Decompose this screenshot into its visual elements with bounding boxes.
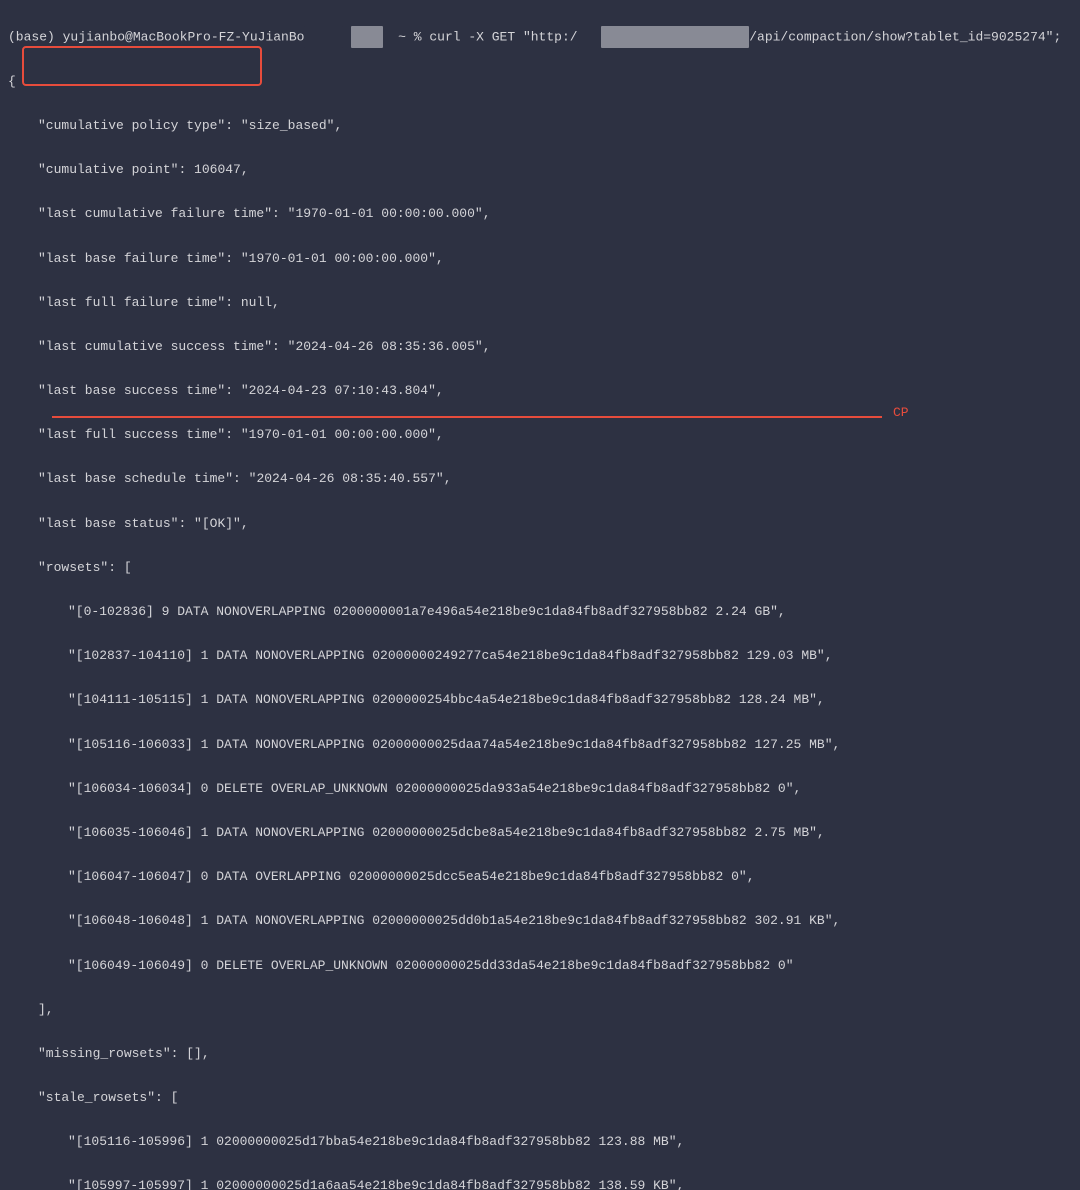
- stale-rowset-entry: "[105116-105996] 1 02000000025d17bba54e2…: [8, 1131, 1072, 1153]
- json-field: "last base status": "[OK]",: [8, 513, 1072, 535]
- rowset-entry: "[0-102836] 9 DATA NONOVERLAPPING 020000…: [8, 601, 1072, 623]
- redacted-block: [578, 26, 601, 48]
- json-field: "missing_rowsets": [],: [8, 1043, 1072, 1065]
- rowset-entry: "[105116-106033] 1 DATA NONOVERLAPPING 0…: [8, 734, 1072, 756]
- command-prefix: curl -X GET "http:/: [429, 30, 577, 45]
- rowset-entry: "[106035-106046] 1 DATA NONOVERLAPPING 0…: [8, 822, 1072, 844]
- command-suffix: /api/compaction/show?tablet_id=9025274";: [749, 30, 1061, 45]
- rowset-entry: "[104111-105115] 1 DATA NONOVERLAPPING 0…: [8, 689, 1072, 711]
- user-host: yujianbo@MacBookPro-FZ-YuJianBo: [63, 30, 305, 45]
- json-stale-rowsets-open: "stale_rowsets": [: [8, 1087, 1072, 1109]
- env-prefix: (base): [8, 30, 55, 45]
- prompt-line: (base) yujianbo@MacBookPro-FZ-YuJianBo ~…: [8, 26, 1072, 49]
- json-field: "last base failure time": "1970-01-01 00…: [8, 248, 1072, 270]
- redacted-block: [601, 26, 749, 48]
- json-field: "last full failure time": null,: [8, 292, 1072, 314]
- rowset-entry: "[106049-106049] 0 DELETE OVERLAP_UNKNOW…: [8, 955, 1072, 977]
- json-field-cumulative-point: "cumulative point": 106047,: [8, 159, 1072, 181]
- terminal-output[interactable]: (base) yujianbo@MacBookPro-FZ-YuJianBo ~…: [8, 4, 1072, 1190]
- rowset-entry: "[106047-106047] 0 DATA OVERLAPPING 0200…: [8, 866, 1072, 888]
- redacted-block: [304, 26, 343, 48]
- rowset-entry: "[106048-106048] 1 DATA NONOVERLAPPING 0…: [8, 910, 1072, 932]
- stale-rowset-entry: "[105997-105997] 1 02000000025d1a6aa54e2…: [8, 1175, 1072, 1190]
- json-field: "last cumulative failure time": "1970-01…: [8, 203, 1072, 225]
- rowset-entry: "[102837-104110] 1 DATA NONOVERLAPPING 0…: [8, 645, 1072, 667]
- json-open: {: [8, 71, 1072, 93]
- json-rowsets-open: "rowsets": [: [8, 557, 1072, 579]
- json-field: "last base schedule time": "2024-04-26 0…: [8, 468, 1072, 490]
- redacted-block: [351, 26, 382, 48]
- json-field: "last base success time": "2024-04-23 07…: [8, 380, 1072, 402]
- json-field: "last full success time": "1970-01-01 00…: [8, 424, 1072, 446]
- rowset-entry: "[106034-106034] 0 DELETE OVERLAP_UNKNOW…: [8, 778, 1072, 800]
- json-field: "cumulative policy type": "size_based",: [8, 115, 1072, 137]
- prompt-sep: ~ %: [398, 30, 421, 45]
- json-field: "last cumulative success time": "2024-04…: [8, 336, 1072, 358]
- json-rowsets-close: ],: [8, 999, 1072, 1021]
